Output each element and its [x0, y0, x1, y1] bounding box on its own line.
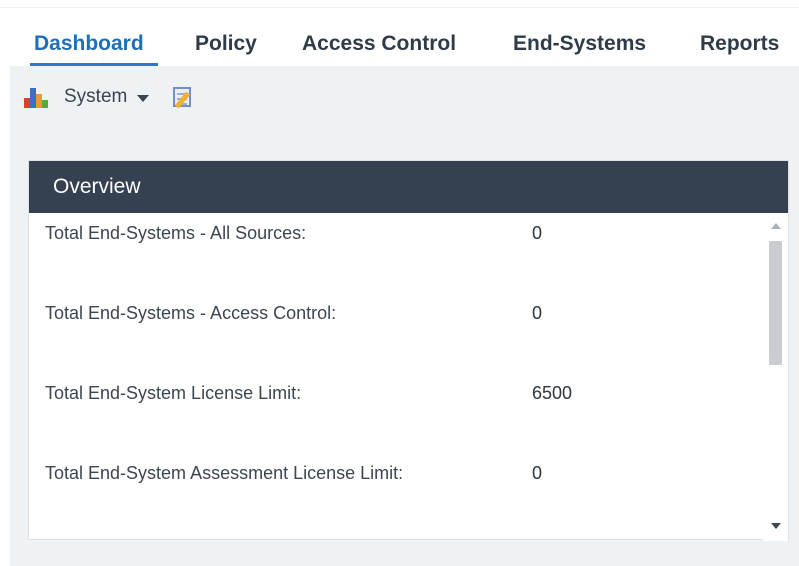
row-value: 6500 [532, 383, 573, 403]
dashboard-workspace: System Overview Total End-Systems - All … [10, 66, 799, 566]
row-label: Total End-System License Limit: [45, 383, 302, 403]
dashboard-toolbar: System [24, 84, 195, 110]
bar-chart-icon [24, 86, 48, 108]
scroll-up-arrow-icon[interactable] [771, 223, 781, 229]
view-selector-label[interactable]: System [64, 86, 127, 108]
tab-access-control[interactable]: Access Control [302, 26, 456, 66]
row-value: 0 [532, 223, 543, 243]
top-edge [0, 0, 799, 8]
tab-end-systems[interactable]: End-Systems [513, 26, 646, 66]
main-nav-tabs: Dashboard Policy Access Control End-Syst… [0, 26, 799, 66]
scroll-down-arrow-icon[interactable] [771, 523, 781, 529]
scroll-thumb[interactable] [769, 241, 782, 365]
row-label: Total End-Systems - All Sources: [45, 223, 307, 243]
caret-down-icon[interactable] [137, 94, 150, 102]
overview-panel: Overview Total End-Systems - All Sources… [28, 160, 789, 541]
overview-panel-title: Overview [29, 161, 788, 213]
tab-policy[interactable]: Policy [195, 26, 257, 66]
tab-reports[interactable]: Reports [700, 26, 779, 66]
overview-row-assessment-license-limit: Total End-System Assessment License Limi… [29, 455, 765, 495]
row-label: Total End-Systems - Access Control: [45, 303, 337, 323]
row-value: 0 [532, 303, 543, 323]
row-value: 0 [532, 463, 543, 483]
overview-rows: Total End-Systems - All Sources: 0 Total… [29, 213, 765, 541]
overview-scrollbar[interactable] [763, 213, 788, 541]
row-label: Total End-System Assessment License Limi… [45, 463, 404, 483]
overview-row-license-limit: Total End-System License Limit: 6500 [29, 375, 765, 415]
overview-row-all-sources: Total End-Systems - All Sources: 0 [29, 215, 765, 255]
overview-row-access-control: Total End-Systems - Access Control: 0 [29, 295, 765, 335]
tab-dashboard[interactable]: Dashboard [30, 26, 158, 66]
edit-notes-icon[interactable] [171, 85, 195, 109]
